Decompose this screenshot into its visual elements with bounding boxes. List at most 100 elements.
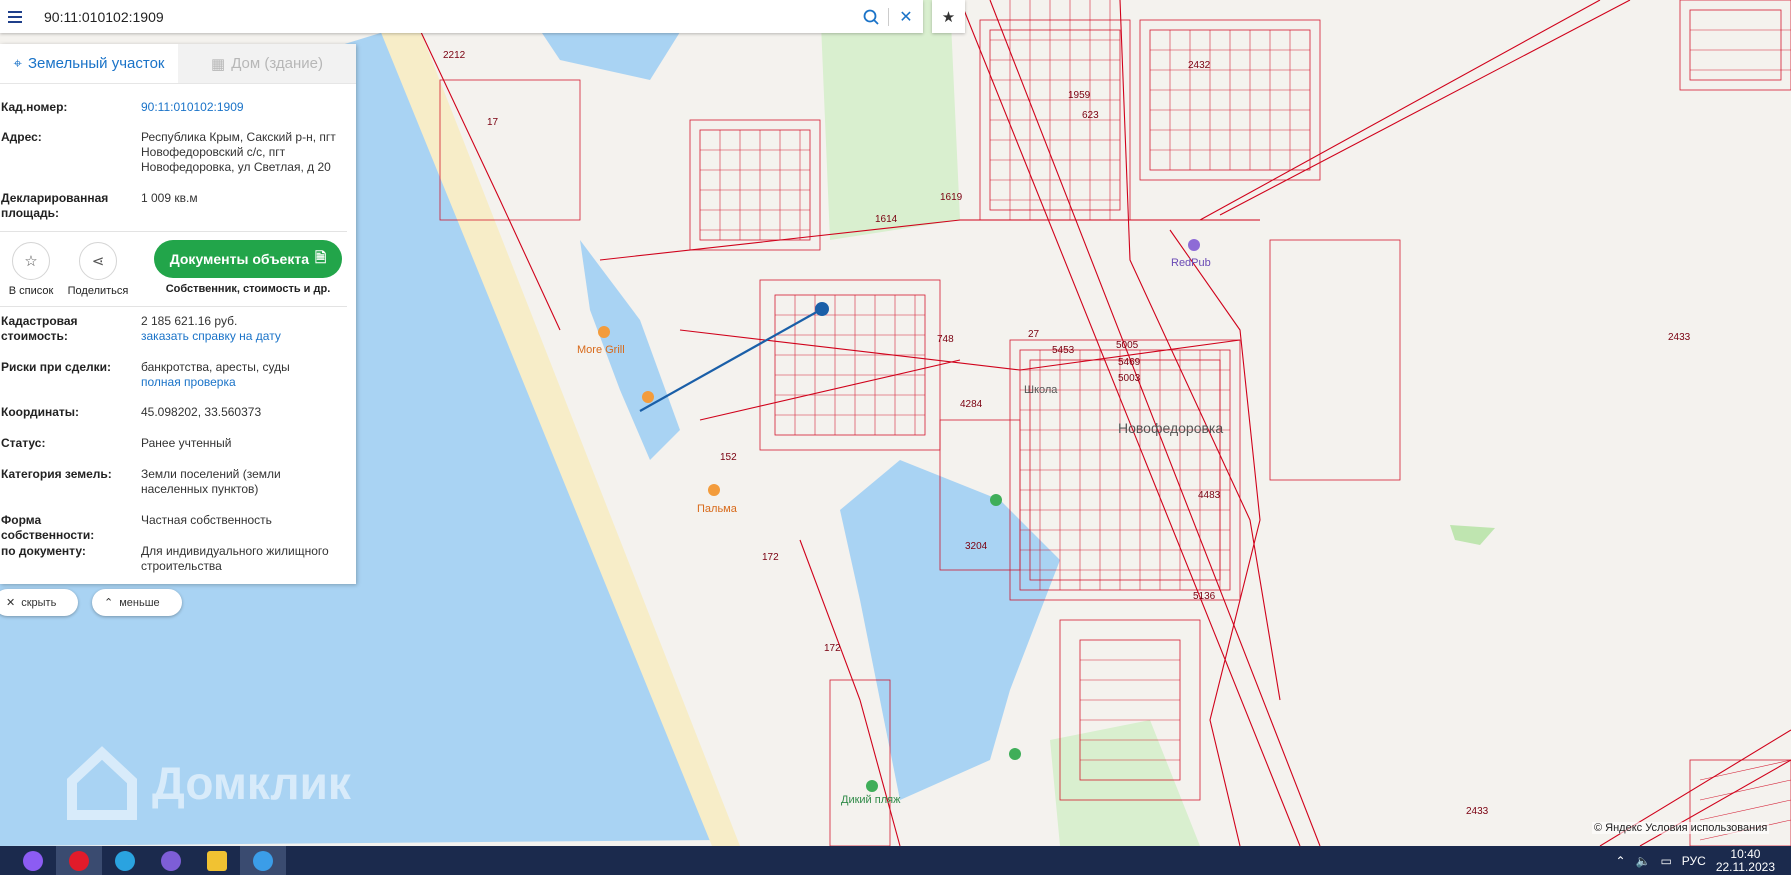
svg-text:Новофедоровка: Новофедоровка	[1118, 420, 1223, 436]
close-icon: ✕	[6, 597, 16, 609]
field-value: Земли поселений (земли населенных пункто…	[141, 467, 281, 496]
menu-icon[interactable]	[0, 0, 30, 33]
divider	[0, 231, 347, 232]
search-taskbar-icon[interactable]	[0, 846, 10, 875]
search-icon[interactable]	[854, 0, 888, 33]
folder-icon[interactable]	[194, 846, 240, 875]
share-button[interactable]: ⋖ Поделиться	[66, 242, 130, 297]
field-value: Республика Крым, Сакский р-н, пгт Новофе…	[141, 130, 336, 174]
building-icon: ▦	[211, 55, 226, 73]
svg-text:5469: 5469	[1118, 357, 1141, 368]
field-key: Категория земель:	[1, 467, 112, 481]
clear-search-icon[interactable]: ✕	[889, 0, 923, 33]
search-bar: ✕	[0, 0, 923, 33]
svg-text:4483: 4483	[1198, 490, 1221, 501]
field-key: по документу:	[1, 544, 86, 558]
clock[interactable]: 10:40 22.11.2023	[1715, 846, 1775, 874]
hide-panel-button[interactable]: ✕ скрыть	[0, 589, 78, 616]
date: 22.11.2023	[1715, 859, 1775, 874]
svg-text:748: 748	[937, 334, 954, 345]
action-label: Поделиться	[67, 285, 129, 297]
field-value: Для индивидуального жилищного строительс…	[141, 544, 329, 573]
field-value: Частная собственность	[141, 513, 272, 527]
order-certificate-link[interactable]: заказать справку на дату	[141, 329, 281, 343]
map-copyright[interactable]: © Яндекс Условия использования	[1592, 822, 1770, 834]
svg-text:2432: 2432	[1188, 60, 1211, 71]
field-value: 45.098202, 33.560373	[141, 405, 262, 419]
telegram-icon[interactable]	[102, 846, 148, 875]
svg-text:More Grill: More Grill	[577, 344, 625, 356]
svg-text:1959: 1959	[1068, 90, 1091, 101]
alice-icon[interactable]	[10, 846, 56, 875]
field-key: Риски при сделки:	[1, 360, 112, 374]
svg-text:RedPub: RedPub	[1171, 257, 1211, 269]
svg-text:2212: 2212	[443, 50, 466, 61]
svg-text:172: 172	[762, 552, 779, 563]
field-value: банкротства, аресты, суды	[141, 360, 290, 374]
svg-text:3204: 3204	[965, 541, 988, 552]
tab-building[interactable]: ▦ Дом (здание)	[178, 44, 356, 83]
tab-land-plot[interactable]: ⌖ Земельный участок	[0, 44, 178, 83]
star-outline-icon: ☆	[12, 242, 50, 280]
field-value: Ранее учтенный	[141, 436, 232, 450]
field-key: Декларированная площадь:	[1, 191, 109, 220]
svg-text:5453: 5453	[1052, 345, 1075, 356]
svg-text:5136: 5136	[1193, 591, 1216, 602]
panel-tabs: ⌖ Земельный участок ▦ Дом (здание)	[0, 44, 356, 84]
language-indicator[interactable]: РУС	[1682, 854, 1706, 868]
svg-text:2433: 2433	[1668, 332, 1691, 343]
document-icon: 🗎	[315, 249, 327, 265]
documents-label: Документы объекта	[169, 251, 309, 267]
divider	[0, 306, 347, 307]
windows-taskbar: ⌃ 🔈 ▭ РУС 10:40 22.11.2023	[0, 846, 1791, 875]
field-value: 1 009 кв.м	[141, 191, 198, 205]
svg-text:152: 152	[720, 452, 737, 463]
tab-label: Дом (здание)	[231, 55, 323, 72]
field-key: Координаты:	[1, 405, 80, 419]
viber-icon[interactable]	[148, 846, 194, 875]
house-logo-icon	[67, 746, 137, 820]
system-tray: ⌃ 🔈 ▭ РУС 10:40 22.11.2023	[1615, 846, 1791, 875]
time: 10:40	[1730, 846, 1761, 861]
field-key: Кад.номер:	[1, 100, 68, 114]
field-key: Кадастровая стоимость:	[1, 314, 78, 343]
field-value: 2 185 621.16 руб.	[141, 314, 238, 328]
pill-label: меньше	[119, 596, 160, 609]
field-key: Форма собственности:	[1, 513, 95, 542]
action-label: В список	[8, 285, 54, 297]
field-key: Статус:	[1, 436, 46, 450]
svg-text:17: 17	[487, 117, 499, 128]
chevron-up-icon[interactable]: ⌃	[1615, 854, 1625, 868]
opera-icon[interactable]	[56, 846, 102, 875]
volume-icon[interactable]: 🔈	[1636, 854, 1651, 868]
favorites-star-icon[interactable]: ★	[932, 0, 965, 33]
svg-text:Школа: Школа	[1024, 384, 1058, 396]
documents-subtitle: Собственник, стоимость и др.	[165, 283, 331, 295]
chevron-up-icon: ⌃	[104, 597, 114, 609]
svg-text:1619: 1619	[940, 192, 963, 203]
svg-text:5003: 5003	[1118, 373, 1141, 384]
pill-label: скрыть	[21, 596, 57, 609]
share-icon: ⋖	[79, 242, 117, 280]
svg-text:5005: 5005	[1116, 340, 1139, 351]
documents-button[interactable]: Документы объекта 🗎	[154, 240, 342, 278]
watermark-text: Домклик	[152, 757, 351, 809]
app-window: 2212 17 2433 2433 1959 623 1619 1614 748 4284…	[0, 0, 1791, 875]
cadnum-link[interactable]: 90:11:010102:1909	[141, 100, 244, 114]
svg-text:172: 172	[824, 643, 841, 654]
svg-text:Дикий пляж: Дикий пляж	[841, 794, 901, 806]
domclick-watermark: Домклик	[64, 745, 351, 821]
svg-text:Пальма: Пальма	[697, 503, 738, 515]
field-key: Адрес:	[1, 130, 42, 144]
full-check-link[interactable]: полная проверка	[141, 375, 236, 389]
app-icon[interactable]	[240, 846, 286, 875]
collapse-panel-button[interactable]: ⌃ меньше	[92, 589, 182, 616]
add-to-list-button[interactable]: ☆ В список	[5, 242, 57, 297]
svg-text:4284: 4284	[960, 399, 983, 410]
location-pin-icon: ⌖	[13, 55, 22, 72]
parcel-info-panel: ⌖ Земельный участок ▦ Дом (здание) Кад.н…	[0, 44, 356, 584]
search-input[interactable]	[30, 0, 854, 33]
svg-text:623: 623	[1082, 110, 1099, 121]
tab-label: Земельный участок	[27, 55, 165, 72]
network-icon[interactable]: ▭	[1660, 854, 1671, 868]
